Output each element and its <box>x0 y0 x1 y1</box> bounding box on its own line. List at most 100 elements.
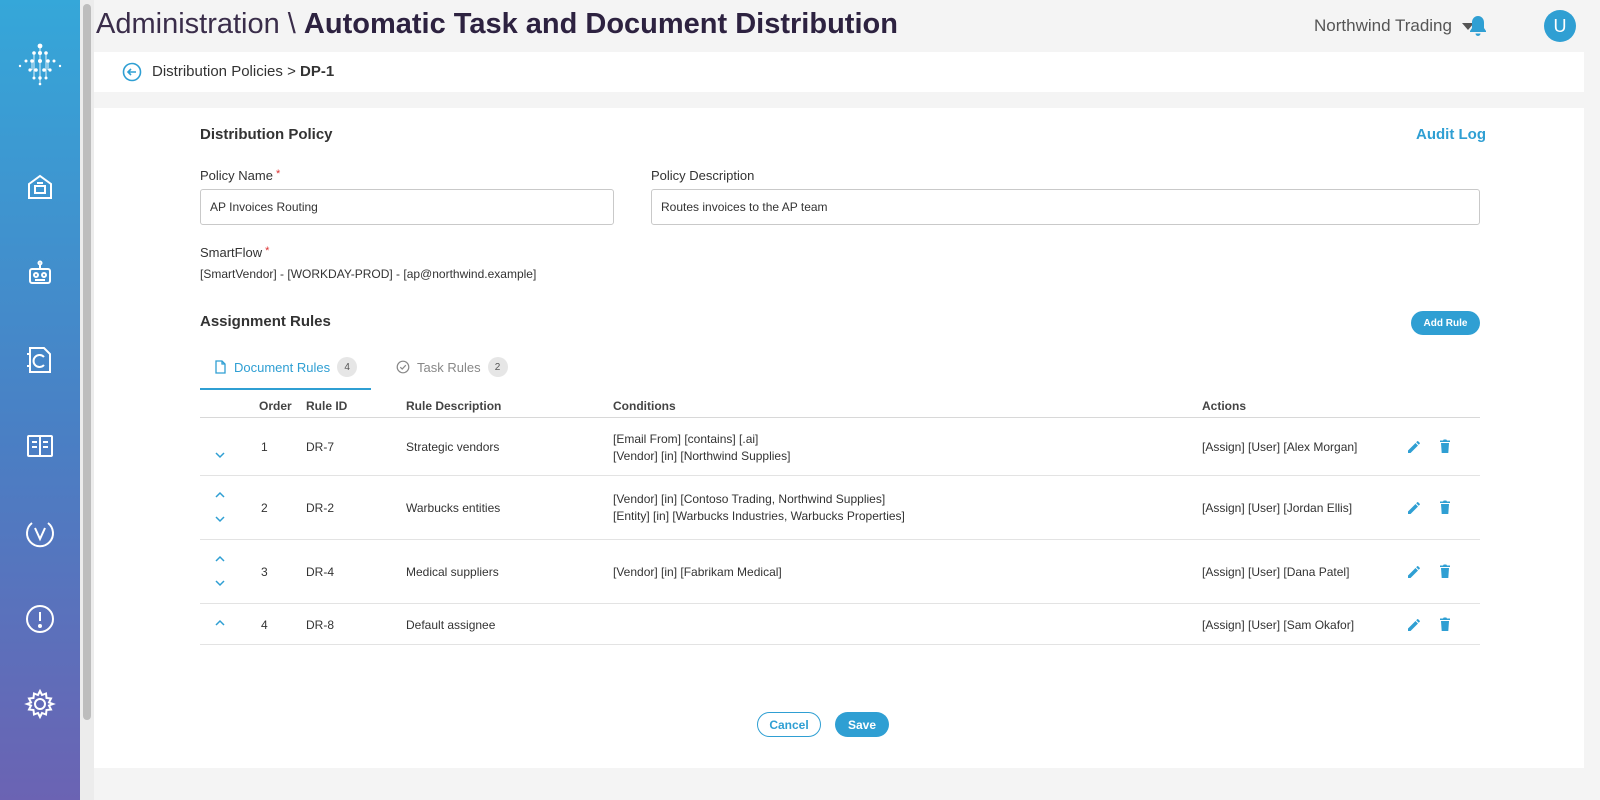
book-icon <box>27 435 53 457</box>
scrollbar-thumb[interactable] <box>83 4 91 720</box>
row-description: Medical suppliers <box>406 565 499 579</box>
row-condition: [Vendor] [in] [Fabrikam Medical] <box>613 565 782 579</box>
trash-icon[interactable] <box>1437 438 1453 454</box>
move-down-icon[interactable] <box>214 513 226 525</box>
row-description: Strategic vendors <box>406 440 500 454</box>
row-order: 3 <box>261 565 268 579</box>
row-order: 2 <box>261 501 268 515</box>
trash-icon[interactable] <box>1437 499 1453 515</box>
sidebar-item-bots[interactable] <box>22 256 58 292</box>
tab-task-rules-count: 2 <box>487 357 508 377</box>
tab-task-rules[interactable]: Task Rules 2 <box>396 352 508 382</box>
smartflow-label-text: SmartFlow <box>200 245 263 260</box>
sidebar-item-settings[interactable] <box>22 686 58 722</box>
tab-task-rules-label: Task Rules <box>417 359 481 375</box>
row-rule-id: DR-7 <box>306 440 335 454</box>
audit-log-link[interactable]: Audit Log <box>1416 126 1486 143</box>
gear-icon <box>24 688 56 720</box>
row-rule-id: DR-8 <box>306 618 335 632</box>
required-marker: * <box>265 245 270 257</box>
breadcrumb-parent[interactable]: Distribution Policies <box>152 63 283 80</box>
header: Administration \ Automatic Task and Docu… <box>94 0 1600 52</box>
col-header-actions: Actions <box>1202 399 1247 413</box>
row-description: Warbucks entities <box>406 501 501 515</box>
col-header-order: Order <box>259 399 292 413</box>
move-down-icon[interactable] <box>214 449 226 461</box>
robot-icon <box>29 260 51 284</box>
edit-icon[interactable] <box>1406 564 1422 580</box>
breadcrumb-bar: Distribution Policies > DP-1 <box>94 52 1584 92</box>
policy-name-label: Policy Name * <box>200 168 280 183</box>
edit-icon[interactable] <box>1406 439 1422 455</box>
table-header: Order Rule ID Rule Description Condition… <box>200 396 1480 418</box>
row-rule-id: DR-4 <box>306 565 335 579</box>
sidebar-item-documents[interactable] <box>22 342 58 378</box>
section-title-distribution-policy: Distribution Policy <box>200 126 333 143</box>
trash-icon[interactable] <box>1437 616 1453 632</box>
smartflow-value: [SmartVendor] - [WORKDAY-PROD] - [ap@nor… <box>200 267 537 281</box>
back-arrow-icon[interactable] <box>122 62 142 82</box>
sidebar-item-library[interactable] <box>22 428 58 464</box>
bell-icon[interactable] <box>1466 14 1490 38</box>
table-row: 2 DR-2 Warbucks entities [Vendor] [in] [… <box>200 476 1480 540</box>
add-rule-button[interactable]: Add Rule <box>1411 311 1480 335</box>
col-header-description: Rule Description <box>406 399 502 413</box>
row-action: [Assign] [User] [Alex Morgan] <box>1202 440 1358 454</box>
page-title: Administration \ Automatic Task and Docu… <box>96 8 898 41</box>
col-header-rule-id: Rule ID <box>306 399 348 413</box>
row-action: [Assign] [User] [Dana Patel] <box>1202 565 1350 579</box>
row-rule-id: DR-2 <box>306 501 335 515</box>
home-icon <box>28 174 52 199</box>
edit-icon[interactable] <box>1406 500 1422 516</box>
table-row: 4 DR-8 Default assignee [Assign] [User] … <box>200 604 1480 645</box>
row-condition: [Vendor] [in] [Contoso Trading, Northwin… <box>613 492 886 506</box>
sidebar-item-home[interactable] <box>22 169 58 205</box>
table-row: 3 DR-4 Medical suppliers [Vendor] [in] [… <box>200 540 1480 604</box>
policy-panel: Distribution Policy Audit Log Policy Nam… <box>94 108 1584 768</box>
org-selector[interactable]: Northwind Trading <box>1314 16 1474 36</box>
policy-description-label: Policy Description <box>651 168 755 183</box>
move-up-icon[interactable] <box>214 489 226 501</box>
row-action: [Assign] [User] [Sam Okafor] <box>1202 618 1355 632</box>
breadcrumb-current: DP-1 <box>300 63 335 80</box>
row-condition: [Vendor] [in] [Northwind Supplies] <box>613 449 791 463</box>
edit-icon[interactable] <box>1406 617 1422 633</box>
move-up-icon[interactable] <box>214 553 226 565</box>
row-order: 4 <box>261 618 268 632</box>
row-condition: [Entity] [in] [Warbucks Industries, Warb… <box>613 509 905 523</box>
sidebar-item-vendors[interactable] <box>22 515 58 551</box>
c-document-icon <box>27 347 51 373</box>
logo-icon <box>18 43 62 86</box>
tab-document-rules[interactable]: Document Rules 4 <box>214 352 358 382</box>
sidebar <box>0 0 80 800</box>
move-down-icon[interactable] <box>214 577 226 589</box>
document-icon <box>215 360 226 374</box>
page-title-main: Automatic Task and Document Distribution <box>303 8 898 40</box>
table-row: 1 DR-7 Strategic vendors [Email From] [c… <box>200 418 1480 476</box>
policy-name-input[interactable]: AP Invoices Routing <box>200 189 614 225</box>
breadcrumb: Distribution Policies > DP-1 <box>152 63 334 80</box>
org-name: Northwind Trading <box>1314 16 1452 35</box>
row-action: [Assign] [User] [Jordan Ellis] <box>1202 501 1353 515</box>
check-circle-icon <box>396 360 410 374</box>
cancel-button[interactable]: Cancel <box>757 712 821 737</box>
avatar[interactable]: U <box>1544 10 1576 42</box>
sidebar-item-alerts[interactable] <box>22 601 58 637</box>
active-tab-indicator <box>200 388 371 390</box>
move-up-icon[interactable] <box>214 617 226 629</box>
v-badge-icon <box>26 522 54 548</box>
required-marker: * <box>275 168 281 180</box>
section-title-assignment-rules: Assignment Rules <box>200 313 331 330</box>
rules-table: Order Rule ID Rule Description Condition… <box>200 396 1480 645</box>
save-button[interactable]: Save <box>835 712 889 737</box>
policy-description-input[interactable]: Routes invoices to the AP team <box>651 189 1480 225</box>
trash-icon[interactable] <box>1437 563 1453 579</box>
row-description: Default assignee <box>406 618 496 632</box>
col-header-conditions: Conditions <box>613 399 676 413</box>
tab-document-rules-count: 4 <box>337 357 358 377</box>
page-title-prefix: Administration \ <box>96 8 296 40</box>
row-order: 1 <box>261 440 268 454</box>
policy-name-label-text: Policy Name <box>200 168 273 183</box>
row-condition: [Email From] [contains] [.ai] <box>613 432 759 446</box>
alert-icon <box>26 605 54 633</box>
